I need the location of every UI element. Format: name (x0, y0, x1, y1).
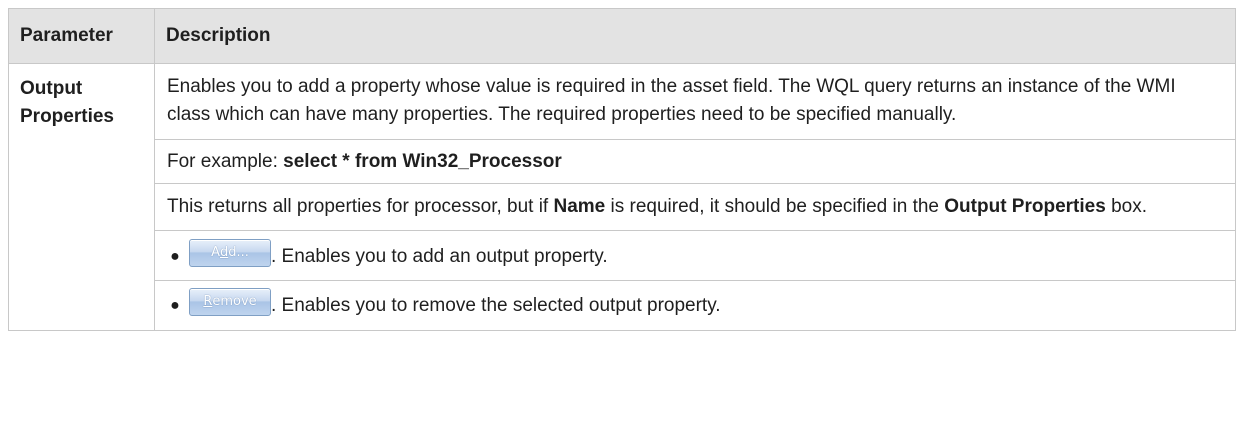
example-query: select * from Win32_Processor (283, 151, 562, 172)
bullet-item-add: ● Ad d... . Enables you to add an output … (155, 231, 1235, 281)
bullet-icon: ● (170, 248, 180, 265)
remove-button[interactable]: Remove (189, 288, 271, 316)
table-row: Output Properties Enables you to add a p… (8, 63, 1236, 331)
add-button[interactable]: Ad d... (189, 239, 271, 267)
parameter-name-cell: Output Properties (8, 63, 155, 331)
bullet-text: . Enables you to remove the selected out… (271, 295, 721, 316)
description-cell: Enables you to add a property whose valu… (154, 63, 1236, 331)
header-parameter: Parameter (8, 8, 155, 64)
note-text-3: box. (1105, 196, 1147, 217)
bullet-item-remove: ● Remove . Enables you to remove the sel… (155, 281, 1235, 330)
note-bold-name: Name (553, 196, 606, 217)
description-paragraph: Enables you to add a property whose valu… (155, 64, 1235, 140)
example-prefix: For example: (167, 151, 284, 172)
note-text-2: is required, it should be specified in t… (605, 196, 945, 217)
parameter-name-line2: Properties (20, 106, 114, 127)
header-description: Description (154, 8, 1236, 64)
bullet-text: . Enables you to add an output property. (271, 246, 608, 267)
parameter-table: Parameter Description Output Properties … (8, 8, 1236, 331)
bullet-icon: ● (170, 297, 180, 314)
note-text-1: This returns all properties for processo… (167, 196, 554, 217)
table-header-row: Parameter Description (8, 8, 1236, 64)
note-paragraph: This returns all properties for processo… (155, 184, 1235, 231)
note-bold-output-properties: Output Properties (944, 196, 1106, 217)
example-paragraph: For example: select * from Win32_Process… (155, 140, 1235, 184)
parameter-name-line1: Output (20, 78, 83, 99)
